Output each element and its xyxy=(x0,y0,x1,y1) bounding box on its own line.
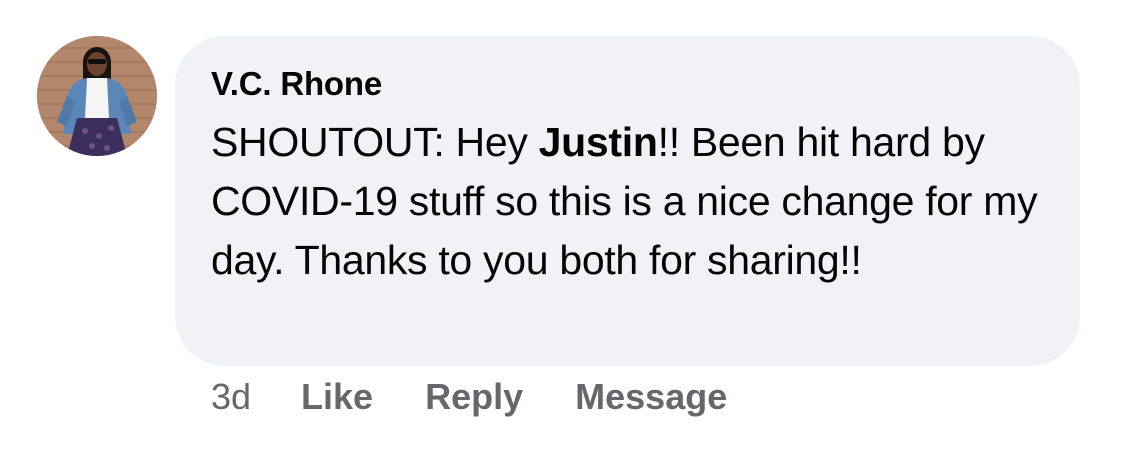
reply-button[interactable]: Reply xyxy=(425,376,523,418)
comment-mention[interactable]: Justin xyxy=(539,119,658,165)
like-button[interactable]: Like xyxy=(301,376,373,418)
comment-timestamp[interactable]: 3d xyxy=(211,376,251,418)
profile-photo-icon xyxy=(37,36,157,156)
avatar[interactable] xyxy=(37,36,157,156)
message-button[interactable]: Message xyxy=(575,376,727,418)
comment-text-before: SHOUTOUT: Hey xyxy=(211,119,539,165)
comment-text: SHOUTOUT: Hey Justin!! Been hit hard by … xyxy=(211,113,1071,290)
comment-actions: 3d Like Reply Message xyxy=(211,375,727,419)
comment-author[interactable]: V.C. Rhone xyxy=(211,63,382,105)
